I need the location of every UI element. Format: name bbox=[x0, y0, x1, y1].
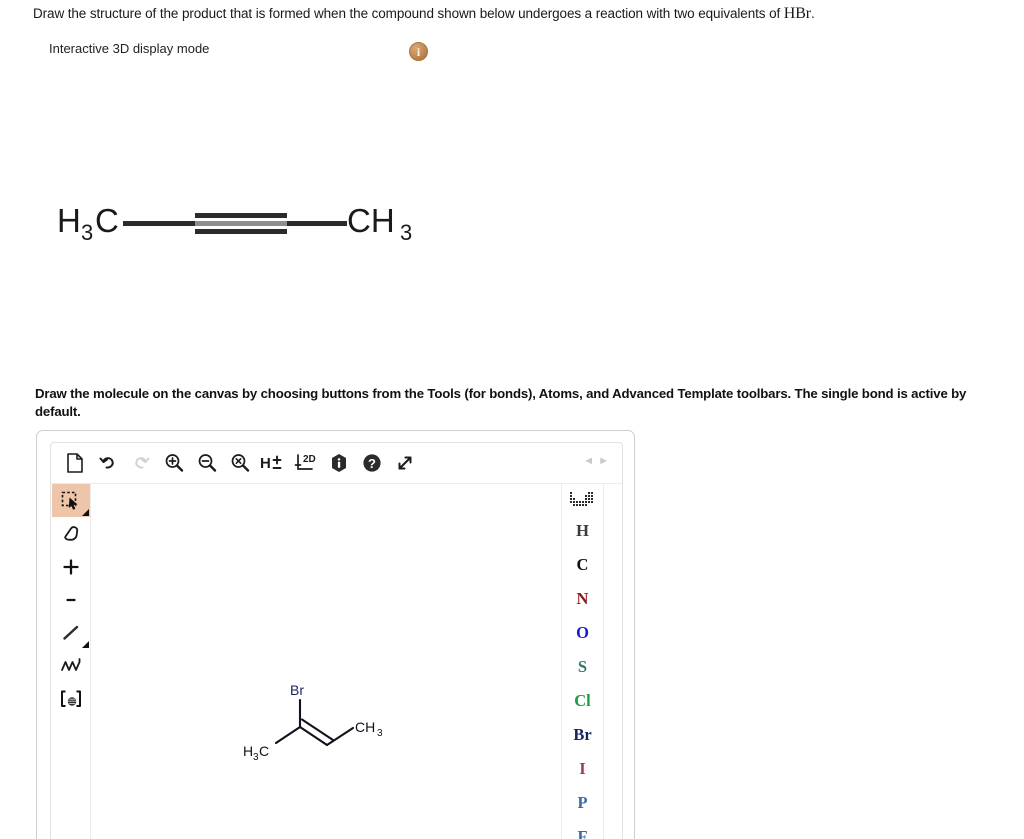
svg-text:H: H bbox=[57, 202, 81, 239]
editor-top-toolbar: H 2D ? ◄ ► bbox=[51, 443, 622, 484]
decrease-charge-tool[interactable] bbox=[52, 583, 90, 616]
atom-button-Cl[interactable]: Cl bbox=[562, 684, 604, 718]
question-text-after: . bbox=[811, 6, 815, 21]
atom-label-Cl: Cl bbox=[574, 690, 591, 710]
atom-label-P: P bbox=[577, 792, 588, 812]
svg-text:3: 3 bbox=[400, 220, 412, 245]
atom-label-N: N bbox=[576, 588, 589, 608]
question-prompt: Draw the structure of the product that i… bbox=[33, 5, 998, 22]
clean-2d-icon[interactable]: 2D bbox=[291, 448, 321, 478]
draw-instruction-line1: Draw the molecule on the canvas by choos… bbox=[35, 386, 894, 401]
hex-info-icon[interactable] bbox=[324, 448, 354, 478]
svg-text:CH: CH bbox=[347, 202, 395, 239]
svg-text:H: H bbox=[243, 743, 253, 759]
toolbar-prev-arrow[interactable]: ◄ bbox=[583, 456, 594, 467]
atom-button-N[interactable]: N bbox=[562, 582, 604, 616]
chain-tool[interactable] bbox=[52, 649, 90, 682]
atom-button-H[interactable]: H bbox=[562, 514, 604, 548]
atoms-right-gutter bbox=[604, 484, 622, 839]
drawing-canvas[interactable]: Br H 3 C CH 3 bbox=[91, 484, 562, 839]
zoom-out-icon[interactable] bbox=[192, 448, 222, 478]
svg-text:C: C bbox=[259, 743, 269, 759]
single-bond-tool[interactable] bbox=[52, 616, 90, 649]
atom-button-O[interactable]: O bbox=[562, 616, 604, 650]
atom-button-S[interactable]: S bbox=[562, 650, 604, 684]
atom-button-F[interactable]: F bbox=[562, 820, 604, 839]
atom-label-H: H bbox=[576, 520, 589, 540]
periodic-table-icon[interactable] bbox=[562, 484, 604, 514]
draw-instruction: Draw the molecule on the canvas by choos… bbox=[35, 385, 1013, 420]
atom-label-Br: Br bbox=[573, 724, 592, 744]
toolbar-pagination[interactable]: ◄ ► bbox=[583, 456, 609, 467]
toggle-hydrogens-icon[interactable]: H bbox=[258, 448, 288, 478]
svg-text:2D: 2D bbox=[303, 454, 316, 465]
editor-body: Br H 3 C CH 3 H C N O S Cl Br I P F bbox=[51, 484, 622, 839]
atom-button-P[interactable]: P bbox=[562, 786, 604, 820]
template-tool[interactable] bbox=[52, 682, 90, 715]
display-mode-row: Interactive 3D display mode bbox=[49, 41, 209, 56]
atom-button-C[interactable]: C bbox=[562, 548, 604, 582]
fullscreen-icon[interactable] bbox=[390, 448, 420, 478]
reactant-structure: H 3 C CH 3 bbox=[55, 192, 425, 252]
svg-text:3: 3 bbox=[377, 728, 383, 739]
increase-charge-tool[interactable] bbox=[52, 550, 90, 583]
atom-label-S: S bbox=[577, 656, 588, 676]
zoom-reset-icon[interactable] bbox=[225, 448, 255, 478]
select-tool-submenu-indicator[interactable] bbox=[81, 509, 89, 516]
atom-label-O: O bbox=[576, 622, 589, 642]
atom-button-Br[interactable]: Br bbox=[562, 718, 604, 752]
question-formula: HBr bbox=[783, 5, 812, 22]
svg-text:C: C bbox=[95, 202, 119, 239]
atom-label-F: F bbox=[577, 826, 588, 839]
atoms-toolbar: H C N O S Cl Br I P F bbox=[562, 484, 604, 839]
tools-toolbar bbox=[51, 484, 91, 839]
info-icon-glyph: i bbox=[416, 44, 421, 59]
new-document-icon[interactable] bbox=[60, 448, 90, 478]
zoom-in-icon[interactable] bbox=[159, 448, 189, 478]
single-bond-tool-submenu-indicator[interactable] bbox=[81, 641, 89, 648]
page-root: Draw the structure of the product that i… bbox=[0, 0, 1024, 839]
svg-text:H: H bbox=[260, 455, 271, 472]
eraser-tool[interactable] bbox=[52, 517, 90, 550]
display-mode-label: Interactive 3D display mode bbox=[49, 41, 210, 56]
undo-icon[interactable] bbox=[93, 448, 123, 478]
svg-text:CH: CH bbox=[355, 719, 375, 735]
atom-label-I: I bbox=[579, 758, 586, 778]
svg-text:Br: Br bbox=[290, 682, 304, 698]
atom-button-I[interactable]: I bbox=[562, 752, 604, 786]
editor-inner-panel: H 2D ? ◄ ► Br H 3 C CH 3 H C N O S Cl Br… bbox=[50, 442, 623, 839]
molecule-editor: H 2D ? ◄ ► Br H 3 C CH 3 H C N O S Cl Br… bbox=[36, 430, 635, 839]
atom-label-C: C bbox=[576, 554, 589, 574]
redo-icon bbox=[126, 448, 156, 478]
info-icon[interactable]: i bbox=[409, 42, 428, 61]
svg-text:3: 3 bbox=[81, 220, 93, 245]
svg-text:?: ? bbox=[368, 456, 376, 471]
canvas-molecule[interactable]: Br H 3 C CH 3 bbox=[243, 680, 411, 768]
toolbar-next-arrow[interactable]: ► bbox=[598, 456, 609, 467]
circle-question-icon[interactable]: ? bbox=[357, 448, 387, 478]
select-tool[interactable] bbox=[51, 484, 90, 517]
question-text-before: Draw the structure of the product that i… bbox=[33, 6, 784, 21]
